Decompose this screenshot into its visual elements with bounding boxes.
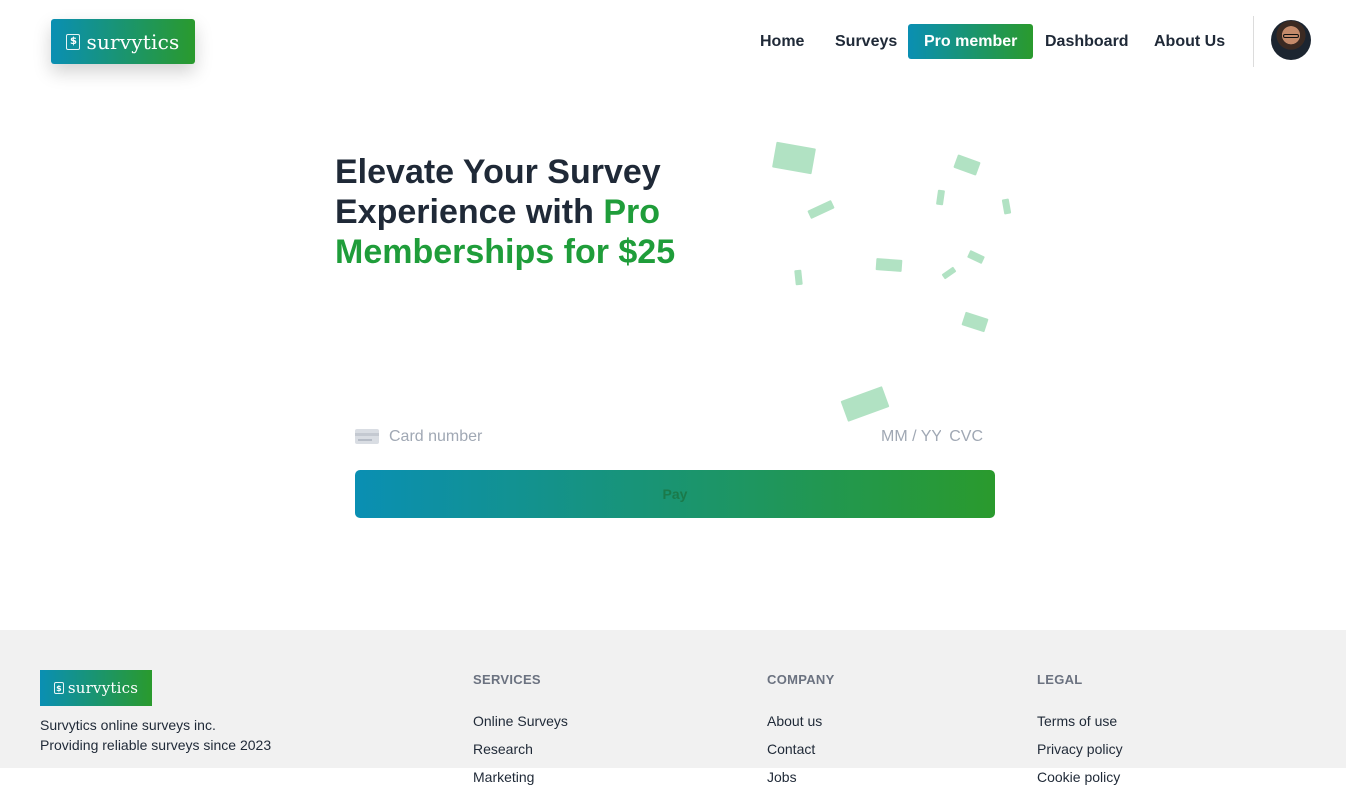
footer-column-legal: LEGAL Terms of use Privacy policy Cookie… [1037,672,1123,791]
nav-about-us[interactable]: About Us [1154,24,1225,59]
footer-link-jobs[interactable]: Jobs [767,763,835,791]
footer-tagline: Survytics online surveys inc. Providing … [40,715,271,755]
footer-link-about-us[interactable]: About us [767,707,835,735]
footer-heading-legal: LEGAL [1037,672,1083,687]
nav-surveys[interactable]: Surveys [835,24,897,59]
brand-name: survytics [86,29,180,54]
user-avatar[interactable] [1271,20,1311,60]
site-footer: $ survytics Survytics online surveys inc… [0,630,1346,785]
footer-link-marketing[interactable]: Marketing [473,763,568,791]
hero-accent-pro: Pro [603,193,661,231]
brand-logo[interactable]: $ survytics [51,19,195,64]
pay-button[interactable]: Pay [355,470,995,518]
money-bill-icon [961,311,989,333]
site-header: $ survytics Home Surveys Pro member Dash… [0,0,1346,84]
card-expiry-input[interactable] [879,422,943,452]
footer-heading-services: SERVICES [473,672,541,687]
dollar-bill-icon: $ [53,682,64,694]
nav-dashboard[interactable]: Dashboard [1045,24,1129,59]
footer-brand-name: survytics [67,679,139,697]
nav-home[interactable]: Home [760,24,804,59]
dollar-bill-icon: $ [66,33,81,50]
credit-card-icon [355,429,379,444]
hero-accent-memberships: Memberships for $25 [335,233,676,271]
footer-tagline-line-1: Survytics online surveys inc. [40,717,216,733]
hero-line-1: Elevate Your Survey [335,153,661,191]
money-bill-icon [840,386,890,422]
money-bill-icon [807,199,835,220]
footer-link-research[interactable]: Research [473,735,568,763]
footer-link-privacy[interactable]: Privacy policy [1037,735,1123,763]
footer-column-company: COMPANY About us Contact Jobs [767,672,835,791]
hero-heading: Elevate Your Survey Experience with Pro … [335,152,755,272]
money-bill-icon [953,154,981,176]
footer-link-contact[interactable]: Contact [767,735,835,763]
footer-column-services: SERVICES Online Surveys Research Marketi… [473,672,568,791]
money-bill-icon [875,258,903,272]
card-number-input[interactable] [387,422,771,452]
footer-heading-company: COMPANY [767,672,835,687]
card-cvc-input[interactable] [943,422,985,452]
money-bill-icon [794,269,803,286]
footer-link-online-surveys[interactable]: Online Surveys [473,707,568,735]
money-bill-icon [1001,198,1012,215]
footer-brand-logo[interactable]: $ survytics [40,670,152,706]
nav-pro-member[interactable]: Pro member [908,24,1034,59]
money-bill-icon [941,266,957,280]
money-bill-icon [772,141,816,175]
hero-line-2: Experience with [335,193,604,231]
footer-link-terms[interactable]: Terms of use [1037,707,1123,735]
money-bill-icon [935,189,946,206]
money-bill-icon [967,249,985,265]
footer-tagline-line-2: Providing reliable surveys since 2023 [40,737,272,753]
footer-link-cookie[interactable]: Cookie policy [1037,763,1123,791]
card-element [355,422,985,452]
nav-divider [1253,16,1254,67]
